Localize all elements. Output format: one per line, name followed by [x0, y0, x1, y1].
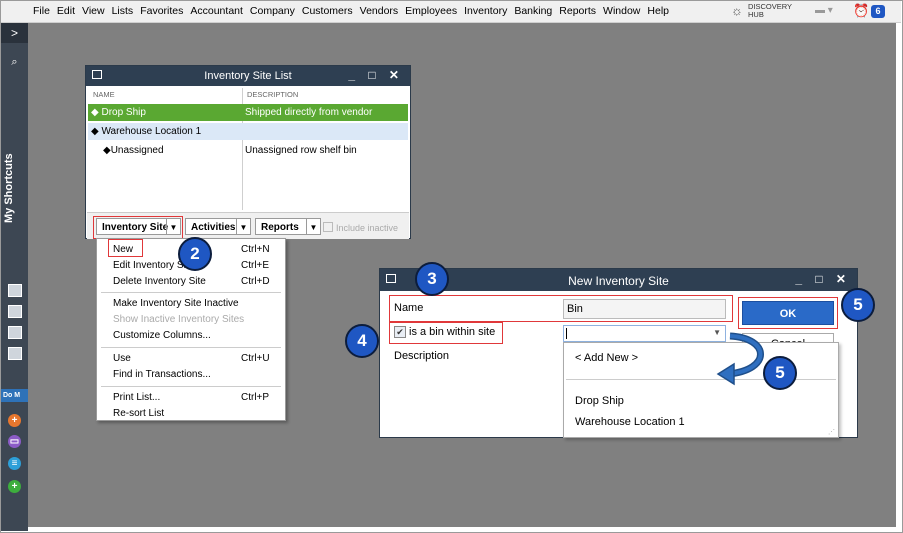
- callout-step-5-dropdown: 5: [763, 356, 797, 390]
- highlight-bin-checkbox: [389, 322, 503, 344]
- activities-button[interactable]: Activities ▼: [185, 218, 251, 235]
- chevron-down-icon[interactable]: ▼: [306, 219, 320, 234]
- new-inventory-site-titlebar[interactable]: New Inventory Site _ □ ✕: [380, 269, 857, 291]
- expand-sidebar-icon[interactable]: >: [1, 23, 28, 43]
- menu-inventory[interactable]: Inventory: [464, 5, 507, 17]
- menu-item-show-inactive: Show Inactive Inventory Sites: [113, 314, 245, 325]
- menu-reports[interactable]: Reports: [559, 5, 596, 17]
- row-name: ◆Unassigned: [103, 145, 164, 156]
- shortcut-icon-2[interactable]: [8, 305, 22, 318]
- row-name: ◆ Warehouse Location 1: [91, 126, 202, 137]
- row-name: ◆ Drop Ship: [91, 107, 146, 118]
- right-border: [896, 23, 901, 527]
- text-caret: [566, 328, 567, 339]
- menu-item-make-inactive[interactable]: Make Inventory Site Inactive: [113, 298, 239, 309]
- menu-accountant[interactable]: Accountant: [190, 5, 243, 17]
- menu-company[interactable]: Company: [250, 5, 295, 17]
- shortcut-delete: Ctrl+D: [241, 276, 270, 287]
- left-icon-bar: > ⌕ My Shortcuts Do M + ▭ ≡ +: [1, 23, 28, 531]
- notification-badge[interactable]: 6: [871, 5, 885, 18]
- add-app-icon[interactable]: +: [8, 414, 21, 427]
- dropdown-add-new[interactable]: < Add New >: [575, 352, 638, 364]
- list-row-unassigned[interactable]: ◆Unassigned Unassigned row shelf bin: [88, 142, 408, 159]
- shortcut-print: Ctrl+P: [241, 392, 270, 403]
- column-description[interactable]: DESCRIPTION: [247, 90, 298, 99]
- callout-step-4: 4: [345, 324, 379, 358]
- menu-item-customize-columns[interactable]: Customize Columns...: [113, 330, 211, 341]
- menu-favorites[interactable]: Favorites: [140, 5, 183, 17]
- inventory-site-list-titlebar[interactable]: Inventory Site List _ □ ✕: [86, 66, 410, 86]
- list-row-warehouse[interactable]: ◆ Warehouse Location 1: [88, 123, 408, 140]
- shortcut-use: Ctrl+U: [241, 353, 270, 364]
- shortcut-icon-3[interactable]: [8, 326, 22, 339]
- menu-separator: [101, 347, 281, 348]
- row-description: Shipped directly from vendor: [245, 107, 373, 118]
- payroll-icon[interactable]: ≡: [8, 457, 21, 470]
- add-more-icon[interactable]: +: [8, 480, 21, 493]
- window-controls-icon[interactable]: _ □ ✕: [795, 272, 851, 286]
- inventory-site-list-window: Inventory Site List _ □ ✕ NAME DESCRIPTI…: [85, 65, 411, 239]
- window-title: New Inventory Site: [568, 274, 669, 288]
- list-row-drop-ship[interactable]: ◆ Drop Ship Shipped directly from vendor: [88, 104, 408, 121]
- search-icon[interactable]: ⌕: [1, 56, 28, 69]
- menu-item-resort[interactable]: Re-sort List: [113, 408, 164, 419]
- alarm-clock-icon[interactable]: ⏰: [853, 3, 869, 19]
- chevron-down-icon[interactable]: ▼: [236, 219, 250, 234]
- highlight-new-item: [108, 239, 143, 257]
- menu-bar: File Edit View Lists Favorites Accountan…: [1, 1, 901, 23]
- row-description: Unassigned row shelf bin: [245, 145, 357, 156]
- menu-item-find[interactable]: Find in Transactions...: [113, 369, 211, 380]
- shortcut-new: Ctrl+N: [241, 244, 270, 255]
- payments-icon[interactable]: ▭: [8, 435, 21, 448]
- menu-employees[interactable]: Employees: [405, 5, 457, 17]
- callout-step-2: 2: [178, 237, 212, 271]
- menu-banking[interactable]: Banking: [514, 5, 552, 17]
- menu-window[interactable]: Window: [603, 5, 640, 17]
- shortcut-icon-1[interactable]: [8, 284, 22, 297]
- callout-step-5-ok: 5: [841, 288, 875, 322]
- menu-lists[interactable]: Lists: [112, 5, 134, 17]
- do-more-label: Do M: [1, 389, 28, 402]
- menu-separator: [101, 292, 281, 293]
- discovery-hub[interactable]: ☼ DISCOVERY HUB ▬ ▾ ⏰ 6: [731, 3, 891, 20]
- my-shortcuts-label[interactable]: My Shortcuts: [3, 153, 15, 223]
- menu-item-use[interactable]: Use: [113, 353, 131, 364]
- toggle-icon[interactable]: ▬ ▾: [815, 5, 833, 16]
- lightbulb-icon: ☼: [731, 3, 743, 18]
- reports-button[interactable]: Reports ▼: [255, 218, 321, 235]
- callout-step-3: 3: [415, 262, 449, 296]
- resize-grip-icon[interactable]: ⋰: [828, 428, 835, 436]
- menu-separator: [101, 386, 281, 387]
- menu-file[interactable]: File: [33, 5, 50, 17]
- dropdown-drop-ship[interactable]: Drop Ship: [575, 395, 624, 407]
- discovery-hub-label: DISCOVERY HUB: [748, 2, 793, 19]
- highlight-name-row: [389, 295, 733, 322]
- menu-item-print[interactable]: Print List...: [113, 392, 160, 403]
- description-label: Description: [394, 350, 450, 362]
- shortcut-icon-4[interactable]: [8, 347, 22, 360]
- window-controls-icon[interactable]: _ □ ✕: [348, 68, 404, 82]
- menu-edit[interactable]: Edit: [57, 5, 75, 17]
- shortcut-edit: Ctrl+E: [241, 260, 270, 271]
- dropdown-warehouse-location-1[interactable]: Warehouse Location 1: [575, 416, 685, 428]
- menu-list: File Edit View Lists Favorites Accountan…: [33, 5, 676, 17]
- include-inactive-checkbox[interactable]: Include inactive: [323, 222, 398, 233]
- menu-item-delete[interactable]: Delete Inventory Site: [113, 276, 206, 287]
- menu-customers[interactable]: Customers: [302, 5, 353, 17]
- menu-view[interactable]: View: [82, 5, 105, 17]
- menu-vendors[interactable]: Vendors: [360, 5, 399, 17]
- bottom-border: [28, 527, 901, 531]
- highlight-inventory-site-button: [93, 216, 183, 239]
- highlight-ok-button: [738, 297, 838, 329]
- menu-help[interactable]: Help: [647, 5, 669, 17]
- column-name[interactable]: NAME: [93, 90, 115, 99]
- column-headers: NAME DESCRIPTION: [88, 87, 408, 99]
